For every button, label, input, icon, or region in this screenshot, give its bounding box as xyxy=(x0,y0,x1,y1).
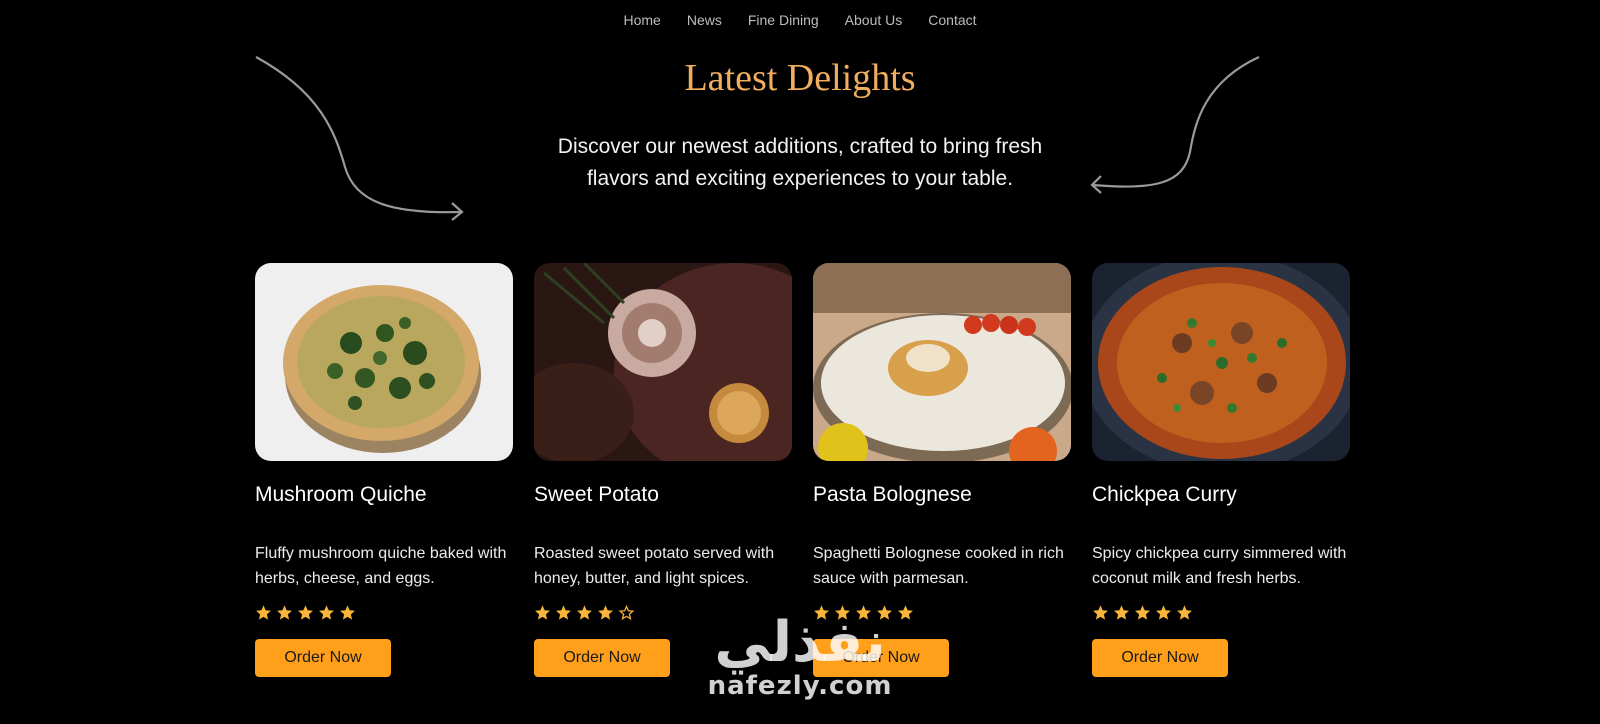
star-filled-icon xyxy=(340,605,355,620)
star-filled-icon xyxy=(598,605,613,620)
rating-stars xyxy=(255,604,356,621)
nav-about-us[interactable]: About Us xyxy=(845,12,903,28)
star-filled-icon xyxy=(277,605,292,620)
dish-card: Chickpea Curry Spicy chickpea curry simm… xyxy=(1092,263,1350,683)
star-filled-icon xyxy=(1093,605,1108,620)
star-filled-icon xyxy=(577,605,592,620)
dish-image-chickpea-curry xyxy=(1092,263,1350,461)
order-now-button[interactable]: Order Now xyxy=(534,639,670,677)
star-filled-icon xyxy=(256,605,271,620)
dish-name: Mushroom Quiche xyxy=(255,483,427,506)
star-filled-icon xyxy=(535,605,550,620)
star-filled-icon xyxy=(1177,605,1192,620)
dish-description: Spaghetti Bolognese cooked in rich sauce… xyxy=(813,545,1064,587)
dish-description: Roasted sweet potato served with honey, … xyxy=(534,545,775,587)
nav-fine-dining[interactable]: Fine Dining xyxy=(748,12,819,28)
rating-stars xyxy=(534,604,635,621)
dish-name: Chickpea Curry xyxy=(1092,483,1237,506)
dish-image-mushroom-quiche xyxy=(255,263,513,461)
dish-name: Pasta Bolognese xyxy=(813,483,972,506)
page-title: Latest Delights xyxy=(684,57,916,99)
star-filled-icon xyxy=(1114,605,1129,620)
star-filled-icon xyxy=(1135,605,1150,620)
order-now-button[interactable]: Order Now xyxy=(255,639,391,677)
nav-news[interactable]: News xyxy=(687,12,722,28)
dish-image-pasta-bolognese xyxy=(813,263,1071,461)
star-filled-icon xyxy=(556,605,571,620)
star-filled-icon xyxy=(298,605,313,620)
dish-image-sweet-potato xyxy=(534,263,792,461)
rating-stars xyxy=(1092,604,1193,621)
dish-description: Spicy chickpea curry simmered with cocon… xyxy=(1092,545,1347,587)
page-subtitle: Discover our newest additions, crafted t… xyxy=(557,135,1043,190)
dish-name: Sweet Potato xyxy=(534,483,659,506)
star-outline-icon xyxy=(618,604,635,620)
order-now-button[interactable]: Order Now xyxy=(1092,639,1228,677)
dish-description: Fluffy mushroom quiche baked with herbs,… xyxy=(255,545,507,587)
nav-contact[interactable]: Contact xyxy=(928,12,976,28)
watermark: نفذلي nafezly.com xyxy=(700,610,900,702)
star-filled-icon xyxy=(319,605,334,620)
star-filled-icon xyxy=(1156,605,1171,620)
watermark-latin: nafezly.com xyxy=(707,671,893,701)
watermark-arabic: نفذلي xyxy=(714,610,886,675)
top-nav: Home News Fine Dining About Us Contact xyxy=(0,12,1600,28)
nav-home[interactable]: Home xyxy=(623,12,660,28)
dish-card: Mushroom Quiche Fluffy mushroom quiche b… xyxy=(255,263,513,683)
